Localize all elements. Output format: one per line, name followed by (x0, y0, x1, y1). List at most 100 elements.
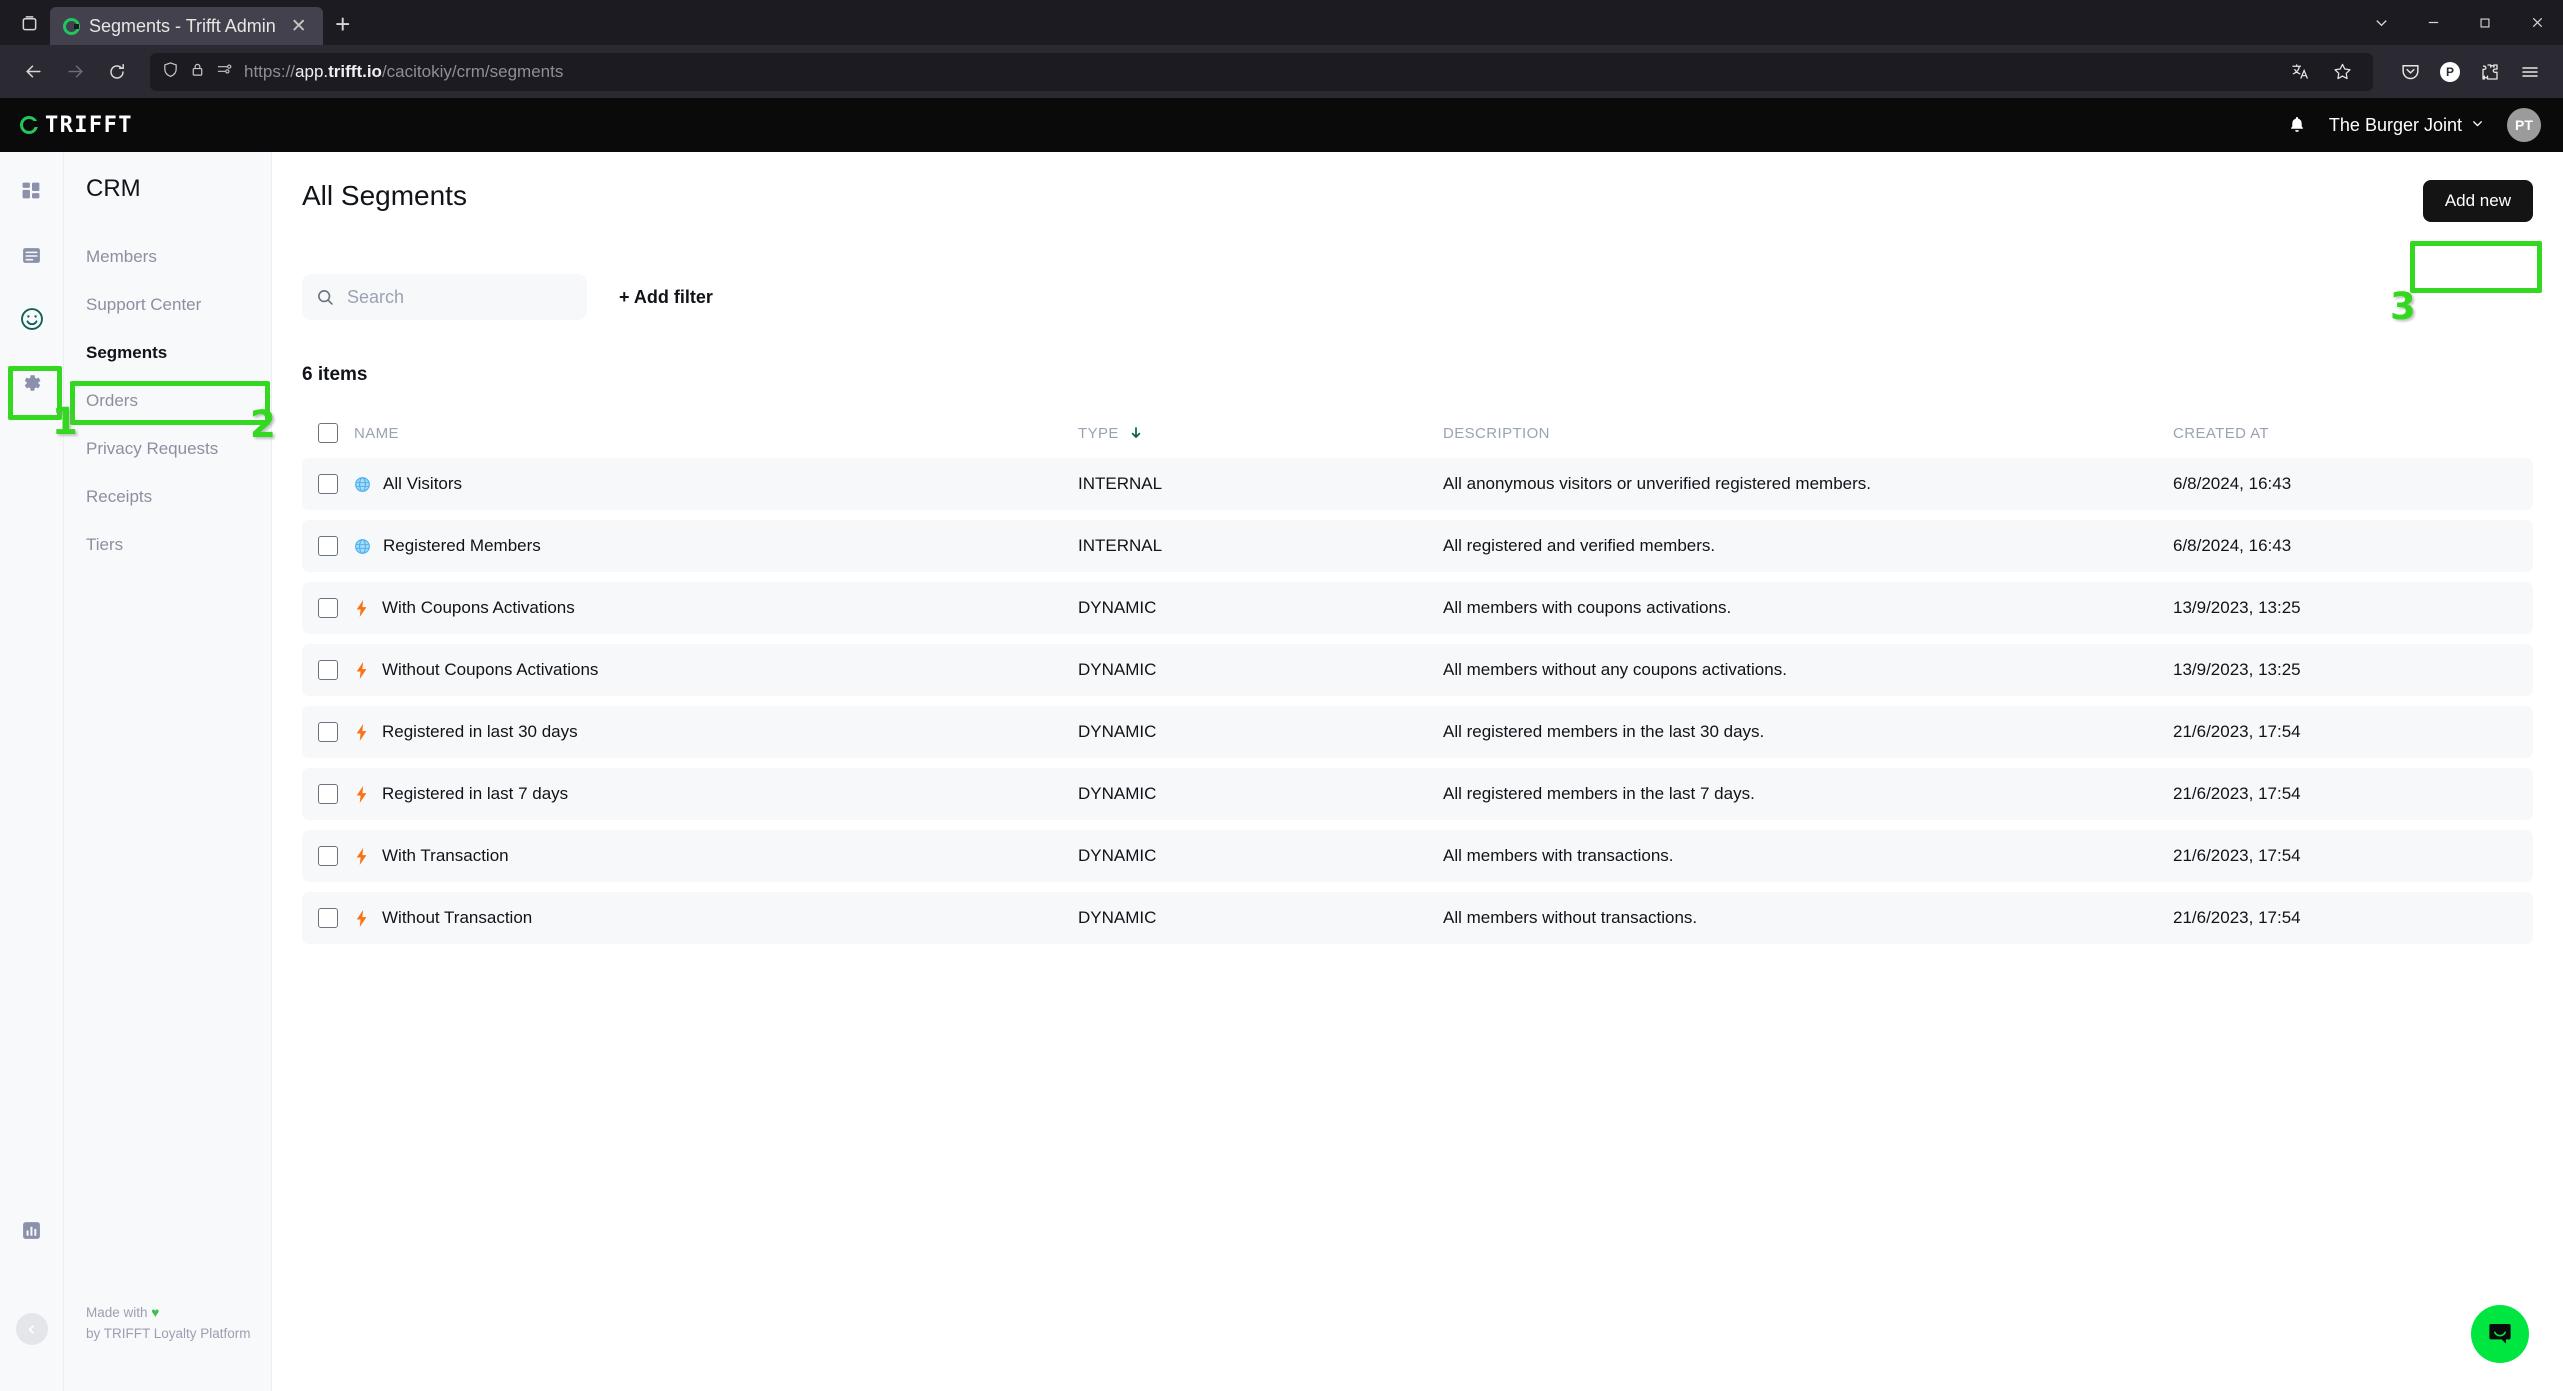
column-header-type[interactable]: TYPE (1078, 425, 1443, 442)
browser-tab-strip: Segments - Trifft Admin ✕ + (0, 0, 2563, 45)
sidebar-item-orders[interactable]: Orders (64, 377, 271, 425)
select-all-checkbox[interactable] (318, 423, 338, 443)
avatar[interactable]: PT (2507, 108, 2541, 142)
row-type: DYNAMIC (1078, 660, 1157, 679)
close-icon[interactable]: ✕ (285, 17, 313, 36)
maximize-icon[interactable] (2459, 0, 2511, 45)
dashboard-icon[interactable] (11, 170, 53, 212)
browser-tab[interactable]: Segments - Trifft Admin ✕ (50, 7, 323, 45)
search-input[interactable] (335, 286, 587, 308)
sidebar-item-tiers[interactable]: Tiers (64, 521, 271, 569)
lock-icon (190, 62, 205, 82)
table-row[interactable]: All Visitors INTERNAL All anonymous visi… (302, 458, 2533, 510)
sidebar-item-members[interactable]: Members (64, 233, 271, 281)
table-row[interactable]: With Transaction DYNAMIC All members wit… (302, 830, 2533, 882)
content-icon[interactable] (11, 234, 53, 276)
tab-list-button[interactable] (8, 4, 50, 42)
browser-navigation-bar: https://app.trifft.io/cacitokiy/crm/segm… (0, 45, 2563, 98)
page-heading: All Segments (302, 180, 467, 211)
row-description: All members with coupons activations. (1443, 598, 1732, 617)
row-checkbox[interactable] (318, 536, 338, 556)
chat-widget-button[interactable] (2471, 1305, 2529, 1363)
sidebar-item-privacy-requests[interactable]: Privacy Requests (64, 425, 271, 473)
row-checkbox[interactable] (318, 908, 338, 928)
url-bar[interactable]: https://app.trifft.io/cacitokiy/crm/segm… (150, 52, 2373, 91)
chevron-down-icon[interactable] (2355, 0, 2407, 45)
nav-sidebar: CRM Members Support Center Segments Orde… (64, 152, 272, 1391)
add-filter-button[interactable]: + Add filter (619, 287, 713, 308)
row-checkbox[interactable] (318, 660, 338, 680)
table-header-row: NAME TYPE DESCRIPTION CREATED AT (302, 416, 2533, 450)
globe-internal-icon (354, 538, 371, 555)
close-icon[interactable] (2511, 0, 2563, 45)
row-checkbox[interactable] (318, 722, 338, 742)
table-row[interactable]: Registered in last 30 days DYNAMIC All r… (302, 706, 2533, 758)
notification-bell-icon[interactable] (2287, 115, 2307, 135)
profile-initial: P (2440, 61, 2460, 82)
table-row[interactable]: Without Coupons Activations DYNAMIC All … (302, 644, 2533, 696)
sidebar-item-support-center[interactable]: Support Center (64, 281, 271, 329)
org-selector[interactable]: The Burger Joint (2329, 115, 2485, 136)
sidebar-collapse-button[interactable] (15, 1313, 48, 1345)
add-new-button[interactable]: Add new (2422, 180, 2533, 222)
icon-rail (0, 152, 64, 1391)
row-checkbox[interactable] (318, 598, 338, 618)
forward-arrow-icon[interactable] (56, 53, 94, 91)
translate-icon[interactable] (2281, 53, 2319, 91)
filter-toolbar: + Add filter (302, 274, 2533, 320)
analytics-bar-chart-icon[interactable] (11, 1209, 53, 1251)
plus-icon[interactable]: + (323, 5, 363, 43)
back-arrow-icon[interactable] (14, 53, 52, 91)
bolt-dynamic-icon (354, 599, 370, 617)
row-checkbox[interactable] (318, 474, 338, 494)
row-created-at: 6/8/2024, 16:43 (2173, 536, 2292, 555)
row-description: All members without transactions. (1443, 908, 1698, 927)
row-checkbox[interactable] (318, 846, 338, 866)
row-name: With Coupons Activations (382, 598, 575, 617)
column-header-description[interactable]: DESCRIPTION (1443, 425, 2173, 442)
table-row[interactable]: Without Transaction DYNAMIC All members … (302, 892, 2533, 944)
bookmark-star-icon[interactable] (2323, 53, 2361, 91)
row-description: All registered and verified members. (1443, 536, 1716, 555)
app-header: TRIFFT The Burger Joint PT (0, 98, 2563, 152)
globe-internal-icon (354, 476, 371, 493)
profile-button[interactable]: P (2431, 53, 2469, 91)
pocket-icon[interactable] (2391, 53, 2429, 91)
hamburger-menu-icon[interactable] (2511, 53, 2549, 91)
row-created-at: 13/9/2023, 13:25 (2173, 660, 2301, 679)
column-header-name[interactable]: NAME (338, 425, 1078, 442)
brand-logo[interactable]: TRIFFT (20, 113, 133, 138)
table-row[interactable]: Registered Members INTERNAL All register… (302, 520, 2533, 572)
footer-platform: by TRIFFT Loyalty Platform (86, 1326, 251, 1342)
crm-smiley-icon[interactable] (11, 298, 53, 340)
table-row[interactable]: Registered in last 7 days DYNAMIC All re… (302, 768, 2533, 820)
row-type: DYNAMIC (1078, 598, 1157, 617)
minimize-icon[interactable] (2407, 0, 2459, 45)
sidebar-item-receipts[interactable]: Receipts (64, 473, 271, 521)
brand-name: TRIFFT (45, 112, 133, 138)
application-root: TRIFFT The Burger Joint PT CRM Members S… (0, 98, 2563, 1391)
row-name: Registered in last 30 days (382, 722, 578, 741)
reload-icon[interactable] (98, 53, 136, 91)
url-domain-prefix: app. (295, 61, 329, 81)
row-created-at: 21/6/2023, 17:54 (2173, 908, 2301, 927)
row-type: INTERNAL (1078, 536, 1163, 555)
extensions-icon[interactable] (2471, 53, 2509, 91)
heart-icon: ♥ (151, 1305, 160, 1321)
settings-gear-icon[interactable] (11, 362, 53, 404)
footer-made-with: Made with (86, 1305, 148, 1321)
search-box[interactable] (302, 274, 587, 320)
page-permissions-icon[interactable] (216, 62, 233, 81)
row-checkbox[interactable] (318, 784, 338, 804)
org-name: The Burger Joint (2328, 114, 2462, 135)
search-icon (316, 288, 335, 307)
column-header-created-at[interactable]: CREATED AT (2173, 425, 2517, 442)
shield-icon[interactable] (162, 61, 179, 83)
app-header-right: The Burger Joint PT (2287, 108, 2541, 142)
bolt-dynamic-icon (354, 785, 370, 803)
table-row[interactable]: With Coupons Activations DYNAMIC All mem… (302, 582, 2533, 634)
row-description: All registered members in the last 30 da… (1443, 722, 1765, 741)
bolt-dynamic-icon (354, 847, 370, 865)
sidebar-item-segments[interactable]: Segments (64, 329, 271, 377)
browser-toolbar-right: P (2391, 53, 2549, 91)
